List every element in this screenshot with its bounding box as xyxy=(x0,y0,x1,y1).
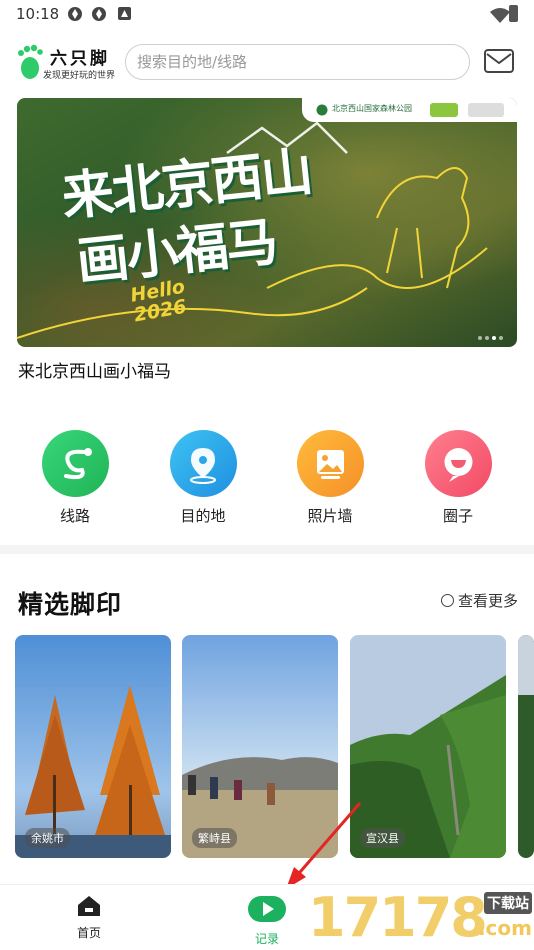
partner-logo-icon xyxy=(430,103,458,117)
quick-nav-label: 照片墙 xyxy=(307,507,353,525)
battery-icon xyxy=(509,5,518,22)
quick-nav-circle[interactable]: 圈子 xyxy=(423,430,493,526)
photo-icon xyxy=(296,430,364,497)
footprint-card-partial[interactable] xyxy=(518,635,534,858)
quick-nav-label: 目的地 xyxy=(180,507,226,525)
promo-banner[interactable]: 北京西山国家森林公园 来北京西山 画小福马 Hello 2026 xyxy=(17,98,517,347)
view-more-link[interactable]: 查看更多 xyxy=(440,590,518,611)
play-record-icon xyxy=(248,896,286,922)
carousel-dots xyxy=(475,325,503,344)
home-icon xyxy=(78,896,100,916)
banner-caption[interactable]: 来北京西山画小福马 xyxy=(18,357,171,382)
location-tag: 繁峙县 xyxy=(192,828,237,848)
quick-nav: 线路 目的地 照片墙 圈子 xyxy=(0,430,534,530)
watermark: 17178 下载站 .com xyxy=(308,886,534,950)
annotation-arrow xyxy=(286,802,362,889)
app-logo[interactable]: 六只脚 发现更好玩的世界 xyxy=(16,42,126,82)
status-time: 10:18 xyxy=(16,5,60,23)
watermark-site: 下载站 xyxy=(484,892,532,914)
tab-record[interactable]: 记录 xyxy=(237,895,297,947)
history-icon xyxy=(440,594,454,607)
location-pin-icon xyxy=(169,430,237,497)
partner-logo-icon-2 xyxy=(468,103,504,117)
section-title: 精选脚印 xyxy=(18,590,123,619)
route-icon xyxy=(41,430,109,497)
footprint-cards: 余姚市 繁峙县 宣汉县 xyxy=(0,635,534,858)
search-input[interactable] xyxy=(126,45,469,79)
status-bar: 10:18 xyxy=(0,0,534,30)
mail-icon[interactable] xyxy=(484,49,514,73)
quick-nav-photo-wall[interactable]: 照片墙 xyxy=(295,430,365,526)
notification-icon xyxy=(118,7,131,20)
footprint-card[interactable]: 余姚市 xyxy=(15,635,171,858)
sponsor-text: 北京西山国家森林公园 xyxy=(332,104,412,113)
quick-nav-route[interactable]: 线路 xyxy=(40,430,110,526)
sync-icon-2 xyxy=(92,7,106,21)
sponsor-logo-icon xyxy=(316,104,328,116)
quick-nav-destination[interactable]: 目的地 xyxy=(168,430,238,526)
sponsor-strip: 北京西山国家森林公园 xyxy=(302,98,517,122)
tab-label: 记录 xyxy=(254,932,279,946)
section-divider xyxy=(0,545,534,554)
header: 六只脚 发现更好玩的世界 xyxy=(0,38,534,86)
wifi-icon xyxy=(490,8,510,23)
view-more-label: 查看更多 xyxy=(457,592,518,610)
watermark-com: .com xyxy=(477,916,532,940)
tab-home[interactable]: 首页 xyxy=(59,895,119,941)
card-image xyxy=(15,635,171,858)
quick-nav-label: 圈子 xyxy=(442,507,473,525)
quick-nav-label: 线路 xyxy=(59,507,90,525)
banner-hello: Hello 2026 xyxy=(129,276,190,327)
foot-logo-icon xyxy=(18,44,43,79)
brand-slogan: 发现更好玩的世界 xyxy=(43,71,116,81)
sync-icon xyxy=(68,7,82,21)
watermark-digits: 17178 xyxy=(308,886,488,949)
search-box[interactable] xyxy=(125,44,470,80)
brand-name: 六只脚 xyxy=(50,49,110,69)
banner-title: 来北京西山 画小福马 xyxy=(59,139,321,296)
location-tag: 余姚市 xyxy=(25,828,70,848)
card-image xyxy=(518,635,534,858)
tab-label: 首页 xyxy=(76,926,101,940)
chat-bubble-icon xyxy=(424,430,492,497)
